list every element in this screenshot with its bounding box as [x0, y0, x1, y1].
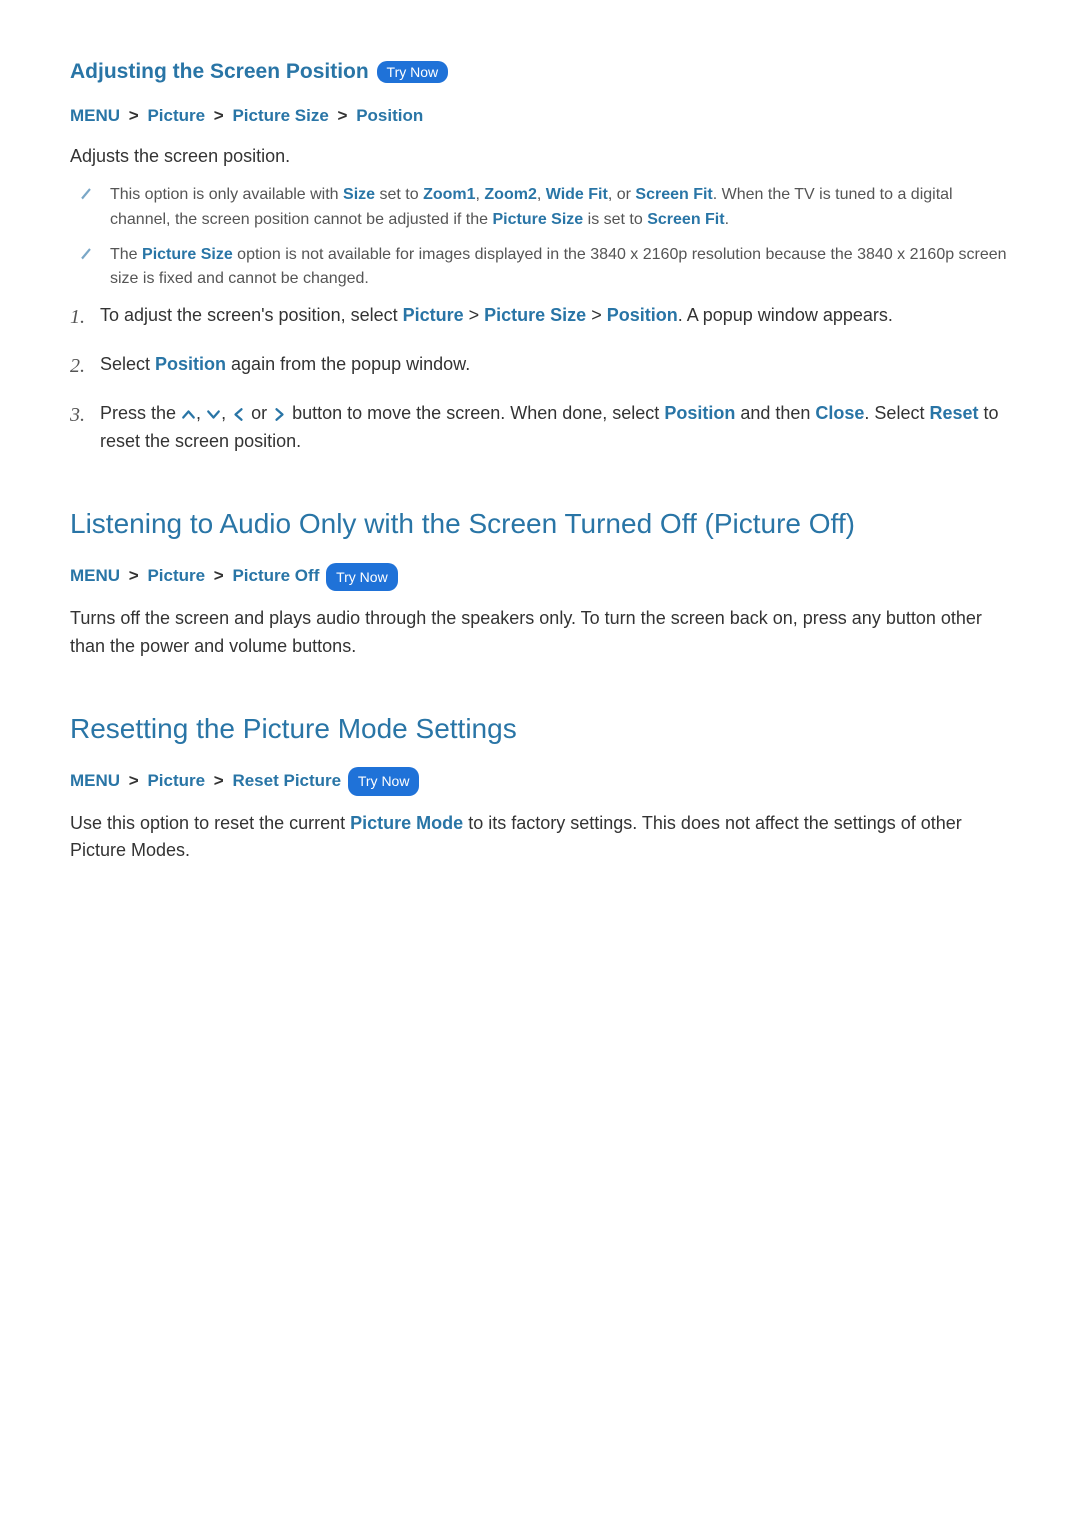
note-icon	[78, 185, 100, 210]
step-number: 1.	[70, 302, 100, 333]
heading-picture-off: Listening to Audio Only with the Screen …	[70, 508, 1010, 540]
heading-text: Adjusting the Screen Position	[70, 60, 369, 83]
chevron-right-icon: >	[124, 106, 143, 125]
breadcrumb-link[interactable]: Picture Off	[232, 566, 319, 585]
inline-link[interactable]: Size	[343, 186, 375, 203]
breadcrumb-link[interactable]: MENU	[70, 771, 120, 790]
breadcrumb-link[interactable]: Picture	[147, 566, 205, 585]
inline-link[interactable]: Picture	[403, 305, 464, 325]
breadcrumb-link[interactable]: Reset Picture	[232, 771, 341, 790]
step-body: Select Position again from the popup win…	[100, 351, 1010, 379]
note-text: This option is only available with Size …	[110, 183, 1010, 233]
inline-link[interactable]: Position	[664, 403, 735, 423]
inline-link[interactable]: Close	[815, 403, 864, 423]
breadcrumb-link[interactable]: Position	[356, 106, 423, 125]
section1-notes: This option is only available with Size …	[70, 183, 1010, 292]
inline-link[interactable]: Screen Fit	[635, 186, 712, 203]
arrow-left-icon	[231, 401, 246, 429]
section1-steps: 1.To adjust the screen's position, selec…	[70, 302, 1010, 456]
arrow-down-icon	[206, 401, 221, 429]
inline-link[interactable]: Picture Mode	[350, 813, 463, 833]
section1-intro: Adjusts the screen position.	[70, 143, 1010, 171]
inline-link[interactable]: Picture Size	[492, 211, 583, 228]
inline-link[interactable]: Zoom2	[484, 186, 536, 203]
step-number: 3.	[70, 400, 100, 431]
note-item: The Picture Size option is not available…	[78, 243, 1010, 293]
step-body: To adjust the screen's position, select …	[100, 302, 1010, 330]
chevron-right-icon: >	[209, 771, 228, 790]
chevron-right-icon: >	[124, 566, 143, 585]
note-text: The Picture Size option is not available…	[110, 243, 1010, 293]
inline-link[interactable]: Reset	[929, 403, 978, 423]
inline-link[interactable]: Picture Size	[484, 305, 586, 325]
breadcrumb-link[interactable]: Picture	[147, 106, 205, 125]
chevron-right-icon: >	[124, 771, 143, 790]
try-now-badge[interactable]: Try Now	[326, 563, 398, 591]
step-body: Press the , , or button to move the scre…	[100, 400, 1010, 456]
heading-reset-picture: Resetting the Picture Mode Settings	[70, 713, 1010, 745]
inline-link[interactable]: Zoom1	[423, 186, 475, 203]
try-now-badge[interactable]: Try Now	[377, 61, 449, 83]
step-item: 3.Press the , , or button to move the sc…	[70, 400, 1010, 456]
breadcrumb-section1: MENU > Picture > Picture Size > Position	[70, 102, 1010, 129]
inline-link[interactable]: Position	[155, 354, 226, 374]
arrow-right-icon	[272, 401, 287, 429]
inline-link[interactable]: Screen Fit	[647, 211, 724, 228]
chevron-right-icon: >	[333, 106, 352, 125]
chevron-right-icon: >	[586, 305, 607, 325]
arrow-up-icon	[181, 401, 196, 429]
try-now-badge[interactable]: Try Now	[348, 767, 420, 795]
breadcrumb-link[interactable]: Picture Size	[232, 106, 328, 125]
breadcrumb-section2: MENU > Picture > Picture Off Try Now	[70, 562, 1010, 591]
chevron-right-icon: >	[209, 106, 228, 125]
chevron-right-icon: >	[464, 305, 485, 325]
breadcrumb-link[interactable]: Picture	[147, 771, 205, 790]
chevron-right-icon: >	[209, 566, 228, 585]
breadcrumb-link[interactable]: MENU	[70, 566, 120, 585]
breadcrumb-link[interactable]: MENU	[70, 106, 120, 125]
note-item: This option is only available with Size …	[78, 183, 1010, 233]
inline-link[interactable]: Position	[607, 305, 678, 325]
inline-link[interactable]: Picture Size	[142, 246, 233, 263]
section3-body: Use this option to reset the current Pic…	[70, 810, 1010, 866]
step-item: 1.To adjust the screen's position, selec…	[70, 302, 1010, 333]
heading-adjusting-screen-position: Adjusting the Screen Position Try Now	[70, 60, 1010, 84]
inline-link[interactable]: Wide Fit	[546, 186, 608, 203]
section2-body: Turns off the screen and plays audio thr…	[70, 605, 1010, 661]
note-icon	[78, 245, 100, 270]
step-item: 2.Select Position again from the popup w…	[70, 351, 1010, 382]
breadcrumb-section3: MENU > Picture > Reset Picture Try Now	[70, 767, 1010, 796]
step-number: 2.	[70, 351, 100, 382]
